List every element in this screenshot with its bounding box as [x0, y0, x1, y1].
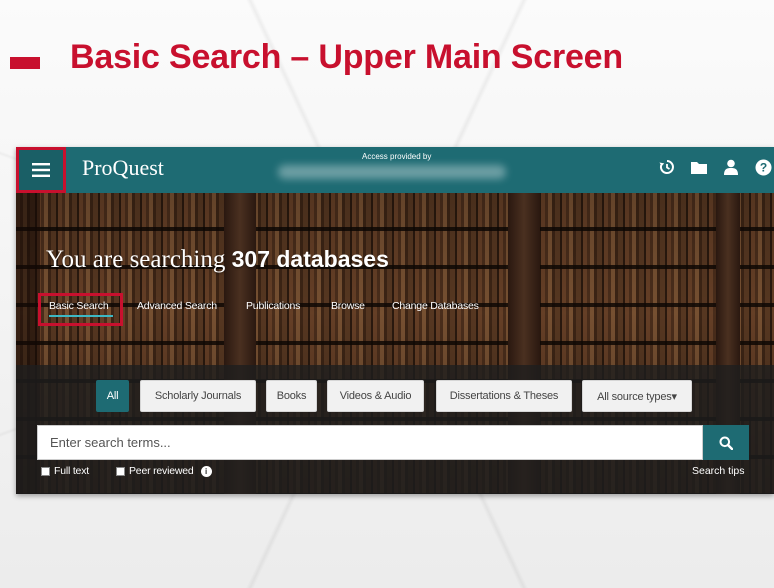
user-icon[interactable]: [722, 158, 740, 176]
active-tab-underline: [49, 315, 113, 317]
history-icon[interactable]: [658, 158, 676, 176]
full-text-label: Full text: [54, 465, 89, 477]
search-input[interactable]: [37, 425, 703, 460]
search-icon: [719, 436, 733, 450]
source-type-scholarly-journals[interactable]: Scholarly Journals: [140, 380, 256, 412]
peer-reviewed-label: Peer reviewed: [129, 465, 194, 477]
search-button[interactable]: [703, 425, 749, 460]
title-accent-bar: [10, 57, 40, 69]
tab-advanced-search[interactable]: Advanced Search: [137, 300, 217, 312]
info-icon[interactable]: i: [200, 465, 212, 477]
tab-browse[interactable]: Browse: [331, 300, 365, 312]
tab-change-databases[interactable]: Change Databases: [392, 300, 479, 312]
peer-reviewed-checkbox[interactable]: [116, 466, 125, 476]
search-tips-link[interactable]: Search tips: [692, 465, 745, 477]
headline-prefix: You are searching: [46, 246, 232, 273]
menu-button[interactable]: [16, 147, 66, 193]
folder-icon[interactable]: [690, 158, 708, 176]
header-icon-group: ?: [658, 158, 772, 176]
full-text-checkbox[interactable]: [41, 466, 50, 476]
svg-text:?: ?: [759, 160, 766, 174]
peer-reviewed-option[interactable]: Peer reviewed i: [116, 465, 212, 477]
source-type-books[interactable]: Books: [266, 380, 317, 412]
full-text-option[interactable]: Full text: [41, 465, 89, 477]
institution-name-blurred: [278, 165, 506, 179]
database-count: 307 databases: [231, 246, 389, 272]
source-type-dissertations-theses[interactable]: Dissertations & Theses: [436, 380, 572, 412]
source-type-dropdown[interactable]: All source types▾: [582, 380, 692, 412]
access-provided-label: Access provided by: [362, 152, 432, 161]
tab-publications[interactable]: Publications: [246, 300, 300, 312]
searching-headline: You are searching 307 databases: [46, 246, 389, 274]
source-type-all[interactable]: All: [96, 380, 129, 412]
slide-title: Basic Search – Upper Main Screen: [70, 38, 623, 76]
tab-basic-search[interactable]: Basic Search: [49, 300, 109, 312]
source-type-videos-audio[interactable]: Videos & Audio: [327, 380, 424, 412]
proquest-logo[interactable]: ProQuest: [82, 155, 164, 181]
help-icon[interactable]: ?: [754, 158, 772, 176]
hamburger-menu-icon: [32, 163, 50, 177]
top-navigation-bar: ProQuest Access provided by ?: [16, 147, 774, 193]
proquest-screenshot: ProQuest Access provided by ? You are se…: [16, 147, 774, 494]
